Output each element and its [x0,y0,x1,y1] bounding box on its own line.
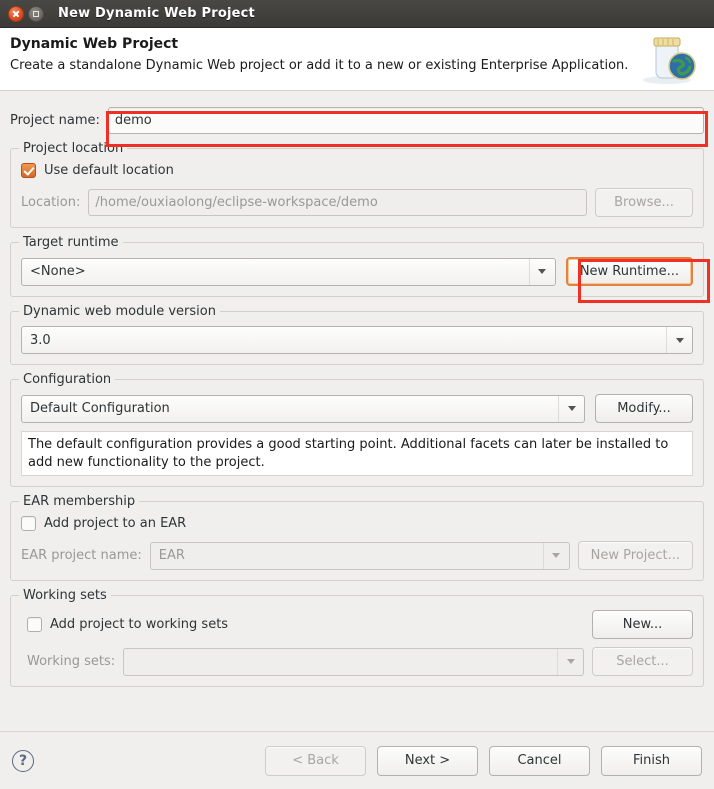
next-button[interactable]: Next > [377,746,478,776]
new-working-set-button[interactable]: New... [592,610,693,639]
help-icon[interactable]: ? [12,750,34,772]
add-project-to-ear-row[interactable]: Add project to an EAR [21,516,693,531]
page-title: Dynamic Web Project [10,36,702,52]
window-title: New Dynamic Web Project [58,6,255,21]
configuration-group: Configuration Default Configuration Modi… [10,379,704,487]
working-sets-combo [123,648,584,676]
location-input: /home/ouxiaolong/eclipse-workspace/demo [88,189,587,216]
configuration-combo[interactable]: Default Configuration [21,395,585,423]
maximize-icon[interactable] [28,6,44,22]
target-runtime-combo[interactable]: <None> [21,258,556,286]
configuration-value: Default Configuration [30,401,170,416]
ear-membership-group: EAR membership Add project to an EAR EAR… [10,501,704,581]
use-default-location-checkbox[interactable] [21,163,36,178]
project-name-row: Project name: demo [10,107,704,134]
dialog-header: Dynamic Web Project Create a standalone … [0,28,714,91]
browse-button: Browse... [595,188,693,217]
new-runtime-button[interactable]: New Runtime... [566,257,693,286]
dialog-content: Project name: demo Project location Use … [0,107,714,687]
chevron-down-icon [557,649,583,675]
working-sets-row: Working sets: Select... [21,647,693,676]
chevron-down-icon [543,543,569,569]
dynamic-web-module-version-group: Dynamic web module version 3.0 [10,311,704,365]
use-default-location-label: Use default location [44,163,174,178]
ear-membership-group-title: EAR membership [19,494,139,509]
dynamic-web-module-version-combo[interactable]: 3.0 [21,326,693,354]
chevron-down-icon[interactable] [666,327,692,353]
window-titlebar: New Dynamic Web Project [0,0,714,28]
ear-project-name-row: EAR project name: EAR New Project... [21,541,693,570]
target-runtime-group-title: Target runtime [19,235,123,250]
close-icon[interactable] [8,6,24,22]
configuration-row: Default Configuration Modify... [21,394,693,423]
location-row: Location: /home/ouxiaolong/eclipse-works… [21,188,693,217]
finish-button[interactable]: Finish [601,746,702,776]
project-name-input[interactable]: demo [108,107,704,134]
location-label: Location: [21,195,80,210]
working-sets-label: Working sets: [27,654,115,669]
use-default-location-row[interactable]: Use default location [21,163,693,178]
modify-button[interactable]: Modify... [595,394,693,423]
page-description: Create a standalone Dynamic Web project … [10,58,702,73]
project-name-label: Project name: [10,113,100,128]
dynamic-web-module-version-group-title: Dynamic web module version [19,304,220,319]
new-project-button: New Project... [578,541,693,570]
project-location-group-title: Project location [19,141,127,156]
working-sets-group-title: Working sets [19,588,111,603]
add-project-to-working-sets-row[interactable]: Add project to working sets New... [21,610,693,639]
configuration-group-title: Configuration [19,372,115,387]
project-location-group: Project location Use default location Lo… [10,148,704,228]
chevron-down-icon[interactable] [558,396,584,422]
target-runtime-group: Target runtime <None> New Runtime... [10,242,704,297]
jar-globe-icon [634,30,706,88]
dynamic-web-module-version-value: 3.0 [30,333,51,348]
configuration-description: The default configuration provides a goo… [21,431,693,476]
ear-project-name-value: EAR [159,548,185,563]
chevron-down-icon[interactable] [529,259,555,285]
add-project-to-working-sets-checkbox[interactable] [27,617,42,632]
working-sets-group: Working sets Add project to working sets… [10,595,704,687]
add-project-to-ear-checkbox[interactable] [21,516,36,531]
dialog-button-bar: ? < Back Next > Cancel Finish [0,731,714,789]
cancel-button[interactable]: Cancel [489,746,590,776]
back-button: < Back [265,746,366,776]
target-runtime-row: <None> New Runtime... [21,257,693,286]
target-runtime-value: <None> [30,264,86,279]
add-project-to-working-sets-label: Add project to working sets [50,617,228,632]
add-project-to-ear-label: Add project to an EAR [44,516,186,531]
ear-project-name-label: EAR project name: [21,548,142,563]
ear-project-name-combo: EAR [150,542,570,570]
select-working-set-button: Select... [592,647,693,676]
